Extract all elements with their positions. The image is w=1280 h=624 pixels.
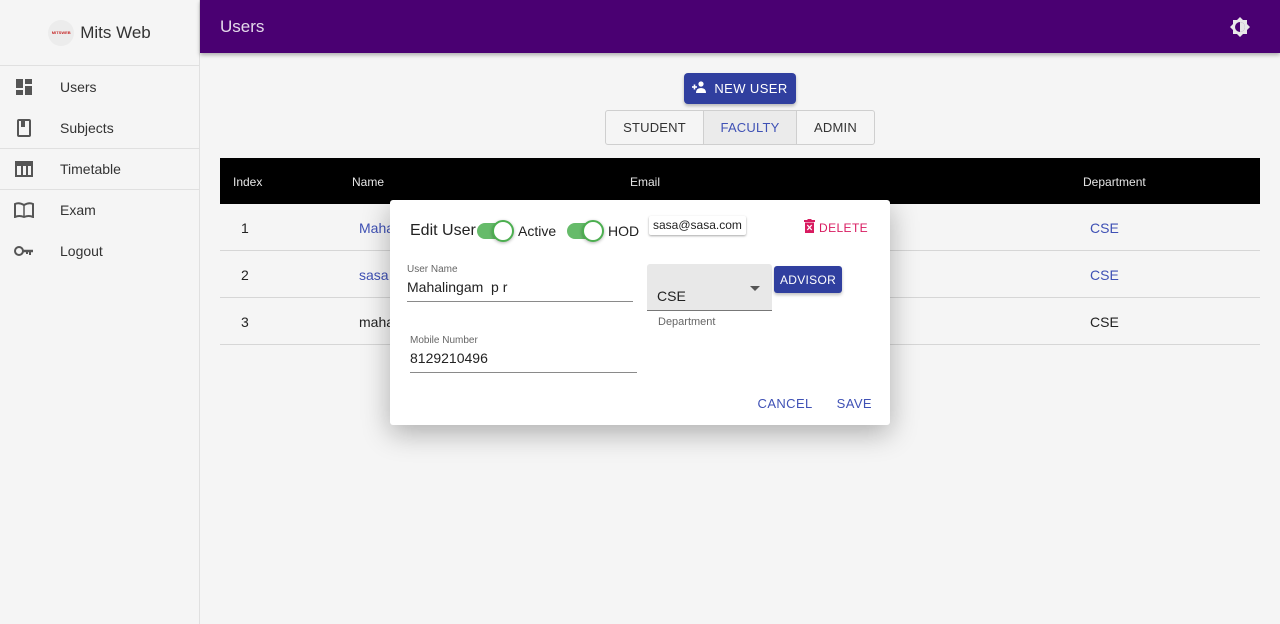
cell-index: 1 [241,220,249,236]
open-book-icon [14,200,34,220]
department-helper: Department [658,316,716,328]
group-add-icon [692,81,708,96]
cancel-button[interactable]: CANCEL [758,396,813,411]
dialog-title: Edit User [410,222,476,239]
email-display: sasa@sasa.com [649,216,746,235]
brightness-icon[interactable] [1230,17,1250,37]
sidebar-item-label: Exam [60,202,96,218]
advisor-button[interactable]: ADVISOR [774,266,842,293]
sidebar-item-label: Subjects [60,119,114,136]
cell-department: CSE [1090,314,1119,330]
active-toggle[interactable] [477,220,514,242]
sidebar-item-label: Logout [60,242,103,259]
logo: MITSWEB [48,19,75,46]
column-header-department: Department [1083,175,1146,189]
mobile-field: Mobile Number [410,335,637,373]
cell-department[interactable]: CSE [1090,220,1119,236]
tab-student[interactable]: STUDENT [606,111,704,144]
hod-label: HOD [608,223,640,239]
book-icon [14,118,34,138]
username-input[interactable] [407,275,633,302]
trash-icon [804,219,815,236]
delete-label: DELETE [819,220,869,235]
new-user-label: NEW USER [714,81,788,96]
sidebar-item-users[interactable]: Users [0,66,199,107]
mobile-input[interactable] [410,346,637,373]
user-type-tabs: STUDENT FACULTY ADMIN [605,110,875,145]
cell-name[interactable]: Maha [359,220,394,236]
cell-name[interactable]: sasa [359,267,389,283]
table-header: Index Name Email Department [220,158,1260,204]
sidebar-item-label: Timetable [60,161,121,177]
cell-department[interactable]: CSE [1090,267,1119,283]
cell-index: 3 [241,314,249,330]
table-icon [14,159,34,179]
department-select[interactable]: CSE [647,264,772,311]
app-bar: Users [200,0,1280,53]
save-button[interactable]: SAVE [837,396,872,411]
tab-admin[interactable]: ADMIN [797,111,874,144]
edit-user-dialog: Edit User Active HOD sasa@sasa.com DELET… [390,200,890,425]
sidebar-item-timetable[interactable]: Timetable [0,148,199,189]
tab-faculty[interactable]: FACULTY [704,111,797,144]
active-label: Active [518,223,557,239]
hod-toggle[interactable] [567,220,604,242]
brand: MITSWEB Mits Web [0,0,199,66]
dialog-actions: CANCEL SAVE [758,396,872,411]
cell-name: maha [359,314,395,330]
page-title: Users [220,17,265,36]
column-header-name: Name [352,175,385,189]
sidebar: MITSWEB Mits Web Users Subjects Timetabl… [0,0,200,624]
column-header-email: Email [630,175,661,189]
delete-button[interactable]: DELETE [804,219,868,236]
sidebar-item-logout[interactable]: Logout [0,230,199,271]
sidebar-item-label: Users [60,78,97,95]
new-user-button[interactable]: NEW USER [684,73,796,104]
department-value: CSE [657,288,686,304]
sidebar-item-subjects[interactable]: Subjects [0,107,199,148]
cell-index: 2 [241,267,249,283]
sidebar-item-exam[interactable]: Exam [0,189,199,230]
chevron-down-icon [750,286,760,291]
username-label: User Name [407,264,458,275]
username-field: User Name [407,264,633,302]
key-icon [14,241,34,261]
brand-name: Mits Web [80,22,151,42]
mobile-label: Mobile Number [410,335,478,346]
dashboard-icon [14,77,34,97]
column-header-index: Index [233,175,263,189]
